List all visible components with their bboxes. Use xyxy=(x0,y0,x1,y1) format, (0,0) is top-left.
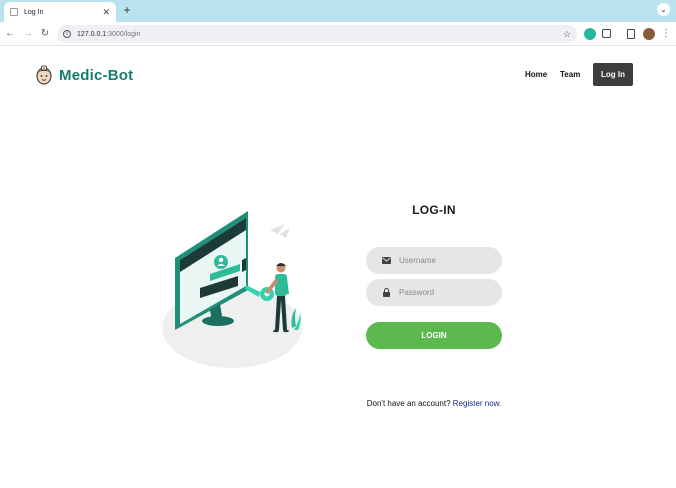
url-path: :3000/login xyxy=(106,30,141,38)
browser-tabbar: Log In ✕ + ⌄ xyxy=(0,0,676,22)
site-logo[interactable]: Medic-Bot xyxy=(35,65,133,85)
login-submit-button[interactable]: LOGIN xyxy=(366,322,502,349)
register-link[interactable]: Register now. xyxy=(453,399,501,408)
forward-arrow-icon[interactable]: → xyxy=(22,27,34,41)
signup-prompt-text: Don't have an account? xyxy=(366,399,451,408)
reload-icon[interactable]: ↻ xyxy=(39,27,51,41)
username-input[interactable] xyxy=(399,256,489,265)
login-illustration xyxy=(162,211,302,368)
star-icon[interactable]: ☆ xyxy=(563,29,571,40)
back-arrow-icon[interactable]: ← xyxy=(4,27,16,41)
doctor-face-icon xyxy=(36,65,52,85)
tab-close-icon[interactable]: ✕ xyxy=(102,7,110,18)
signup-prompt: Don't have an account? Register now. xyxy=(366,399,502,408)
url-host: 127.0.0.1 xyxy=(77,30,107,38)
password-field[interactable] xyxy=(366,279,502,306)
envelope-icon xyxy=(382,256,391,265)
address-bar[interactable]: i 127.0.0.1:3000/login ☆ xyxy=(57,25,577,43)
nav-home-link[interactable]: Home xyxy=(525,70,547,79)
puzzle-icon[interactable] xyxy=(602,29,611,38)
login-title: LOG-IN xyxy=(412,203,456,217)
new-tab-icon[interactable]: + xyxy=(120,3,134,17)
lock-icon xyxy=(382,288,391,297)
tab-title: Log In xyxy=(24,8,44,16)
menu-kebab-icon[interactable]: ⋮ xyxy=(660,27,672,41)
nav-login-button[interactable]: Log In xyxy=(593,63,633,86)
site-info-icon[interactable]: i xyxy=(63,30,71,38)
browser-toolbar: ← → ↻ i 127.0.0.1:3000/login ☆ ⋮ xyxy=(0,22,676,46)
sidepanel-icon[interactable] xyxy=(627,29,635,39)
browser-tab[interactable]: Log In ✕ xyxy=(4,2,116,22)
avatar[interactable] xyxy=(643,28,655,40)
address-url: 127.0.0.1:3000/login xyxy=(77,31,563,38)
extension-icon[interactable] xyxy=(584,28,596,40)
username-field[interactable] xyxy=(366,247,502,274)
tab-favicon-icon xyxy=(10,8,18,16)
brand-name: Medic-Bot xyxy=(59,66,134,84)
tab-search-icon[interactable]: ⌄ xyxy=(657,3,670,16)
password-input[interactable] xyxy=(399,288,489,297)
nav-team-link[interactable]: Team xyxy=(560,70,580,79)
